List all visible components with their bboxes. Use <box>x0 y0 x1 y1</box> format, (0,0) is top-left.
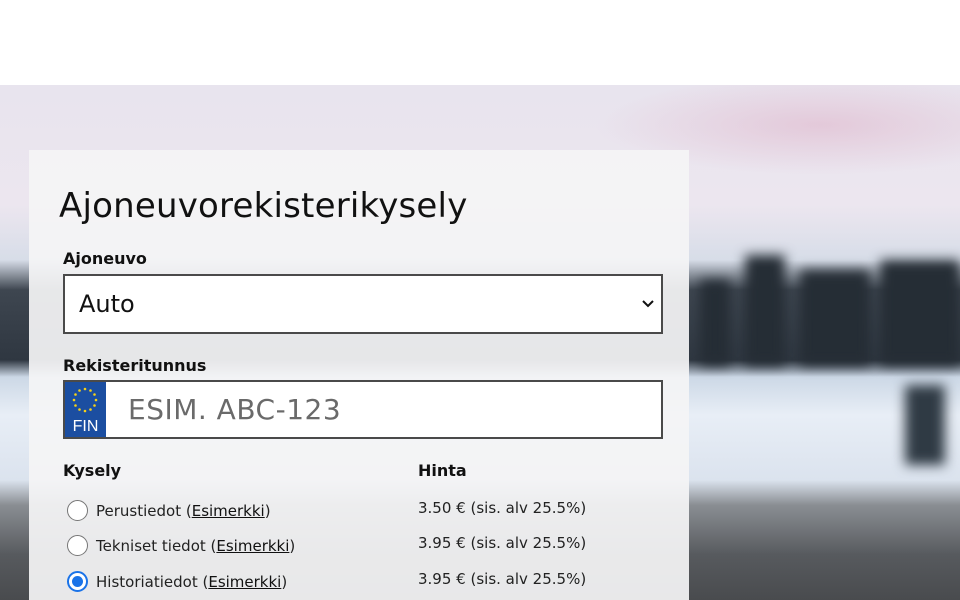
option-history[interactable]: Historiatiedot (Esimerkki) <box>67 571 287 592</box>
radio-basic[interactable] <box>67 500 88 521</box>
option-basic-label: Perustiedot <box>96 501 182 520</box>
example-link-history[interactable]: Esimerkki <box>208 573 281 591</box>
vehicle-select-value: Auto <box>79 290 135 318</box>
eu-flag-icon: FIN <box>65 382 106 437</box>
vehicle-select[interactable]: Auto <box>63 274 663 334</box>
registration-label: Rekisteritunnus <box>63 356 207 375</box>
price-history: 3.95 € (sis. alv 25.5%) <box>418 570 587 588</box>
example-link-technical[interactable]: Esimerkki <box>216 537 289 555</box>
option-technical[interactable]: Tekniset tiedot (Esimerkki) <box>67 535 295 556</box>
page-title: Ajoneuvorekisterikysely <box>59 186 468 226</box>
radio-technical[interactable] <box>67 535 88 556</box>
example-link-basic[interactable]: Esimerkki <box>192 502 265 520</box>
price-basic: 3.50 € (sis. alv 25.5%) <box>418 499 587 517</box>
price-header: Hinta <box>418 461 467 480</box>
vehicle-registry-form: Ajoneuvorekisterikysely Ajoneuvo Auto Re… <box>29 150 689 600</box>
registration-input[interactable]: ESIM. ABC-123 <box>106 382 661 437</box>
option-history-label: Historiatiedot <box>96 572 198 591</box>
option-basic[interactable]: Perustiedot (Esimerkki) <box>67 500 271 521</box>
price-technical: 3.95 € (sis. alv 25.5%) <box>418 534 587 552</box>
option-technical-label: Tekniset tiedot <box>96 536 206 555</box>
chevron-down-icon <box>642 300 654 308</box>
registration-field[interactable]: FIN ESIM. ABC-123 <box>63 380 663 439</box>
country-code: FIN <box>72 418 99 435</box>
vehicle-label: Ajoneuvo <box>63 249 147 268</box>
query-header: Kysely <box>63 461 122 480</box>
radio-history[interactable] <box>67 571 88 592</box>
